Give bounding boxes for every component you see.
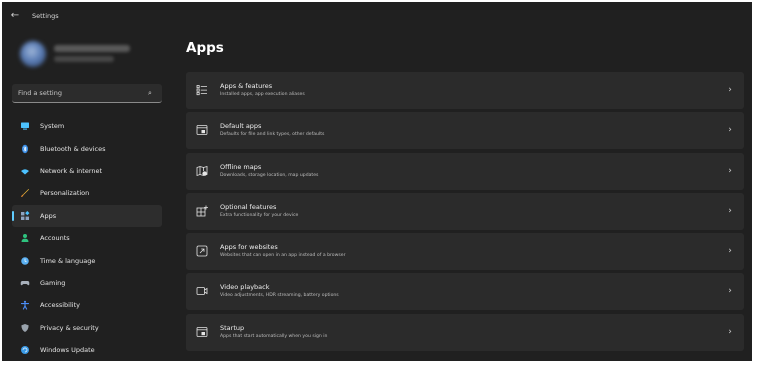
card-title: Video playback bbox=[220, 283, 270, 292]
sidebar-item-label: Apps bbox=[40, 211, 57, 220]
chevron-right-icon: › bbox=[728, 286, 732, 297]
sidebar-item-accounts[interactable]: Accounts bbox=[12, 227, 162, 249]
sidebar-item-label: System bbox=[40, 122, 65, 131]
bluetooth-icon bbox=[22, 144, 28, 153]
sidebar-item-label: Bluetooth & devices bbox=[40, 144, 106, 153]
card-optional-features[interactable]: Optional features Extra functionality fo… bbox=[186, 192, 744, 230]
sidebar-item-label: Accessibility bbox=[40, 301, 80, 310]
sidebar-item-windows-update[interactable]: Windows Update bbox=[12, 339, 162, 361]
startup-icon bbox=[196, 326, 208, 337]
card-title: Apps & features bbox=[220, 82, 273, 90]
sidebar-item-label: Gaming bbox=[40, 278, 66, 287]
chevron-right-icon: › bbox=[728, 205, 732, 216]
sidebar-item-gaming[interactable]: Gaming bbox=[12, 272, 162, 294]
accessibility-icon bbox=[20, 301, 30, 310]
settings-window: ← Settings ⌕ System Bluetooth & devices bbox=[2, 2, 752, 361]
sidebar-item-personalization[interactable]: Personalization bbox=[12, 182, 162, 204]
search-icon[interactable]: ⌕ bbox=[144, 87, 156, 99]
card-apps-for-websites[interactable]: Apps for websites Websites that can open… bbox=[186, 233, 744, 271]
default-apps-icon bbox=[196, 125, 208, 136]
apps-for-websites-icon bbox=[196, 245, 208, 257]
chevron-right-icon: › bbox=[728, 85, 732, 95]
offline-maps-icon bbox=[196, 165, 208, 176]
sidebar-item-label: Accounts bbox=[40, 234, 70, 243]
sidebar-item-label: Personalization bbox=[40, 189, 90, 198]
profile-email-blurred bbox=[54, 56, 114, 62]
globe-clock-icon bbox=[21, 256, 29, 265]
card-description: Downloads, storage location, map updates bbox=[220, 172, 319, 178]
card-default-apps[interactable]: Default apps Defaults for file and link … bbox=[186, 112, 744, 150]
apps-icon bbox=[21, 210, 30, 220]
sidebar-item-label: Network & internet bbox=[40, 166, 103, 175]
shield-icon bbox=[21, 323, 29, 332]
card-title: Optional features bbox=[220, 202, 277, 211]
card-apps-features[interactable]: Apps & features Installed apps, app exec… bbox=[186, 72, 744, 109]
system-icon bbox=[21, 122, 29, 130]
chevron-right-icon: › bbox=[728, 165, 732, 176]
sidebar-item-label: Privacy & security bbox=[40, 323, 99, 332]
sidebar-item-system[interactable]: System bbox=[12, 115, 162, 137]
card-description: Installed apps, app execution aliases bbox=[220, 92, 305, 97]
user-profile[interactable] bbox=[16, 40, 166, 68]
card-description: Extra functionality for your device bbox=[220, 212, 299, 218]
sidebar-item-label: Time & language bbox=[40, 256, 96, 265]
card-description: Websites that can open in an app instead… bbox=[220, 253, 346, 259]
chevron-right-icon: › bbox=[728, 125, 732, 136]
card-title: Startup bbox=[220, 323, 245, 332]
title-bar: ← Settings bbox=[2, 2, 752, 30]
back-arrow-icon: ← bbox=[10, 10, 20, 21]
optional-features-icon bbox=[196, 205, 208, 217]
card-title: Offline maps bbox=[220, 162, 262, 171]
search-input[interactable] bbox=[18, 86, 138, 100]
sidebar-nav: System Bluetooth & devices Network & int… bbox=[12, 115, 162, 361]
person-icon bbox=[21, 234, 29, 243]
sidebar-item-network[interactable]: Network & internet bbox=[12, 160, 162, 182]
sidebar-item-time-language[interactable]: Time & language bbox=[12, 249, 162, 271]
update-icon bbox=[21, 346, 29, 355]
card-title: Default apps bbox=[220, 122, 262, 131]
back-button[interactable]: ← bbox=[8, 10, 22, 22]
page-title: Apps bbox=[186, 40, 224, 56]
sidebar-item-accessibility[interactable]: Accessibility bbox=[12, 294, 162, 316]
app-title: Settings bbox=[32, 12, 59, 20]
avatar bbox=[20, 41, 46, 67]
sidebar-item-privacy-security[interactable]: Privacy & security bbox=[12, 317, 162, 339]
profile-name-blurred bbox=[54, 45, 130, 52]
card-description: Defaults for file and link types, other … bbox=[220, 132, 325, 138]
sidebar-item-bluetooth[interactable]: Bluetooth & devices bbox=[12, 137, 162, 159]
network-icon bbox=[21, 169, 29, 175]
sidebar-item-label: Windows Update bbox=[40, 346, 95, 355]
brush-icon bbox=[21, 189, 29, 198]
chevron-right-icon: › bbox=[728, 326, 732, 337]
card-offline-maps[interactable]: Offline maps Downloads, storage location… bbox=[186, 152, 744, 190]
card-title: Apps for websites bbox=[220, 243, 278, 252]
search-box[interactable]: ⌕ bbox=[12, 84, 162, 103]
card-video-playback[interactable]: Video playback Video adjustments, HDR st… bbox=[186, 273, 744, 311]
chevron-right-icon: › bbox=[728, 246, 732, 257]
sidebar-item-apps[interactable]: Apps bbox=[12, 204, 162, 227]
card-startup[interactable]: Startup Apps that start automatically wh… bbox=[186, 313, 744, 351]
settings-list: Apps & features Installed apps, app exec… bbox=[186, 72, 744, 354]
card-description: Video adjustments, HDR streaming, batter… bbox=[220, 293, 339, 299]
apps-features-icon bbox=[196, 85, 207, 96]
card-description: Apps that start automatically when you s… bbox=[220, 333, 328, 339]
video-playback-icon bbox=[196, 287, 208, 296]
gamepad-icon bbox=[20, 280, 30, 286]
